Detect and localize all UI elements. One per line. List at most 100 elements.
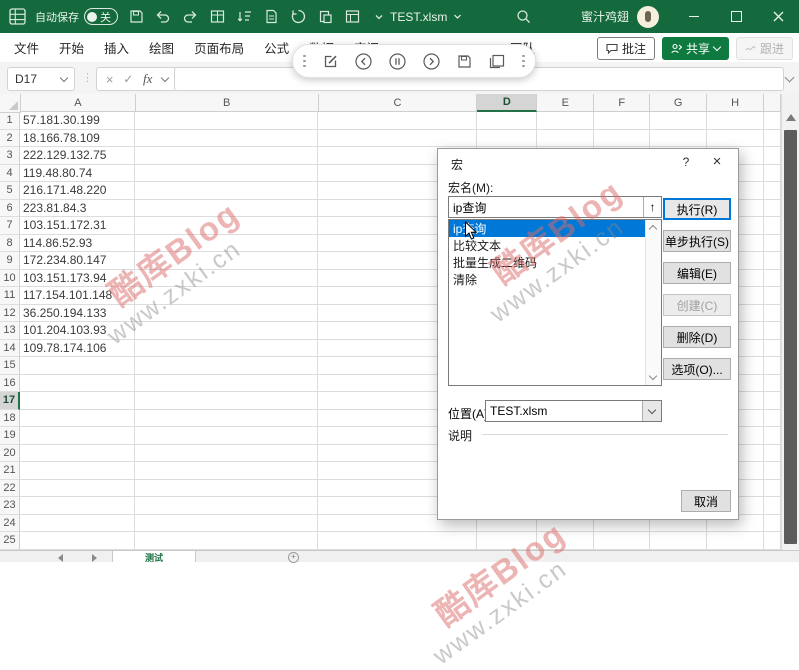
cell[interactable]: [20, 357, 135, 375]
cell[interactable]: [594, 130, 650, 148]
row-header-1[interactable]: 1: [0, 112, 20, 130]
row-header-23[interactable]: 23: [0, 497, 20, 515]
maximize-button[interactable]: [715, 0, 757, 33]
row-header-19[interactable]: 19: [0, 427, 20, 445]
undo-icon[interactable]: [154, 8, 172, 26]
cell[interactable]: [764, 410, 781, 428]
cell[interactable]: [764, 357, 781, 375]
cell[interactable]: [135, 445, 318, 463]
cell[interactable]: [764, 165, 781, 183]
tab-4[interactable]: 页面布局: [184, 33, 254, 62]
cell[interactable]: [135, 532, 318, 550]
cell[interactable]: [135, 182, 318, 200]
cell[interactable]: [764, 462, 781, 480]
column-header-B[interactable]: B: [136, 94, 319, 112]
cell[interactable]: [20, 410, 135, 428]
dialog-help-button[interactable]: ?: [678, 155, 694, 169]
cell[interactable]: [318, 130, 477, 148]
cell[interactable]: 101.204.103.93: [20, 322, 135, 340]
select-all-corner[interactable]: [0, 94, 21, 113]
cell[interactable]: [135, 410, 318, 428]
paste-tool-icon[interactable]: [316, 8, 334, 26]
tab-1[interactable]: 开始: [49, 33, 94, 62]
vertical-scrollbar[interactable]: [781, 94, 799, 550]
cell[interactable]: [135, 270, 318, 288]
confirm-entry-icon[interactable]: ✓: [123, 72, 133, 86]
macro-list-item[interactable]: 比较文本: [449, 237, 661, 254]
cell[interactable]: [764, 252, 781, 270]
row-header-25[interactable]: 25: [0, 532, 20, 550]
column-header-A[interactable]: A: [21, 94, 136, 112]
row-header-4[interactable]: 4: [0, 165, 20, 183]
row-header-9[interactable]: 9: [0, 252, 20, 270]
scroll-up-icon[interactable]: [786, 114, 796, 121]
row-header-14[interactable]: 14: [0, 340, 20, 358]
save-all-icon[interactable]: [489, 54, 505, 69]
dialog-button-1[interactable]: 单步执行(S): [663, 230, 731, 252]
cell[interactable]: [707, 130, 764, 148]
cell[interactable]: [135, 375, 318, 393]
row-header-2[interactable]: 2: [0, 130, 20, 148]
cell[interactable]: [135, 147, 318, 165]
macro-list-item[interactable]: 清除: [449, 271, 661, 288]
table-tool-icon[interactable]: [208, 8, 226, 26]
cell[interactable]: 57.181.30.199: [20, 112, 135, 130]
cell[interactable]: [594, 112, 650, 130]
cell[interactable]: [135, 287, 318, 305]
cell[interactable]: [764, 375, 781, 393]
cell[interactable]: [135, 322, 318, 340]
macro-list-item[interactable]: ip查询: [449, 220, 661, 237]
save-icon[interactable]: [127, 8, 145, 26]
save-capture-icon[interactable]: [457, 54, 472, 69]
cell[interactable]: [135, 427, 318, 445]
vertical-scrollbar-thumb[interactable]: [784, 130, 797, 544]
cell[interactable]: [318, 112, 477, 130]
row-header-8[interactable]: 8: [0, 235, 20, 253]
cell[interactable]: [20, 392, 135, 410]
cell[interactable]: 222.129.132.75: [20, 147, 135, 165]
name-box-chevron-icon[interactable]: [60, 74, 68, 82]
cell[interactable]: [20, 462, 135, 480]
cell[interactable]: [650, 112, 707, 130]
cell[interactable]: [650, 130, 707, 148]
cell[interactable]: [764, 515, 781, 533]
cell[interactable]: [20, 375, 135, 393]
cell[interactable]: [764, 182, 781, 200]
cell[interactable]: [707, 532, 764, 550]
row-header-10[interactable]: 10: [0, 270, 20, 288]
cell[interactable]: [764, 305, 781, 323]
edit-icon[interactable]: [323, 54, 338, 69]
cell[interactable]: [764, 217, 781, 235]
follow-button[interactable]: 跟进: [736, 37, 793, 60]
cell[interactable]: 103.151.172.31: [20, 217, 135, 235]
cell[interactable]: [20, 515, 135, 533]
macros-in-combobox[interactable]: TEST.xlsm: [485, 400, 662, 422]
cancel-button[interactable]: 取消: [681, 490, 731, 512]
cell[interactable]: [764, 130, 781, 148]
cell[interactable]: [764, 112, 781, 130]
cell[interactable]: [20, 445, 135, 463]
row-header-21[interactable]: 21: [0, 462, 20, 480]
collapse-list-icon[interactable]: ↑: [643, 197, 661, 217]
cell[interactable]: [135, 392, 318, 410]
dialog-button-0[interactable]: 执行(R): [663, 198, 731, 220]
cell[interactable]: [135, 462, 318, 480]
tab-file[interactable]: 文件: [4, 33, 49, 62]
comments-button[interactable]: 批注: [597, 37, 655, 60]
cell[interactable]: [135, 515, 318, 533]
macro-tool-icon[interactable]: [343, 8, 361, 26]
cell[interactable]: [135, 130, 318, 148]
macro-list-item[interactable]: 批量生成二维码: [449, 254, 661, 271]
row-header-13[interactable]: 13: [0, 322, 20, 340]
row-header-7[interactable]: 7: [0, 217, 20, 235]
share-button[interactable]: 共享: [662, 37, 729, 60]
add-sheet-icon[interactable]: +: [288, 552, 299, 563]
minimize-button[interactable]: [673, 0, 715, 33]
column-header-C[interactable]: C: [319, 94, 478, 112]
column-header-G[interactable]: G: [650, 94, 707, 112]
cell[interactable]: [135, 200, 318, 218]
cell[interactable]: [20, 480, 135, 498]
name-box[interactable]: D17: [7, 67, 75, 91]
expand-formula-bar-icon[interactable]: [785, 73, 795, 83]
tab-3[interactable]: 绘图: [139, 33, 184, 62]
